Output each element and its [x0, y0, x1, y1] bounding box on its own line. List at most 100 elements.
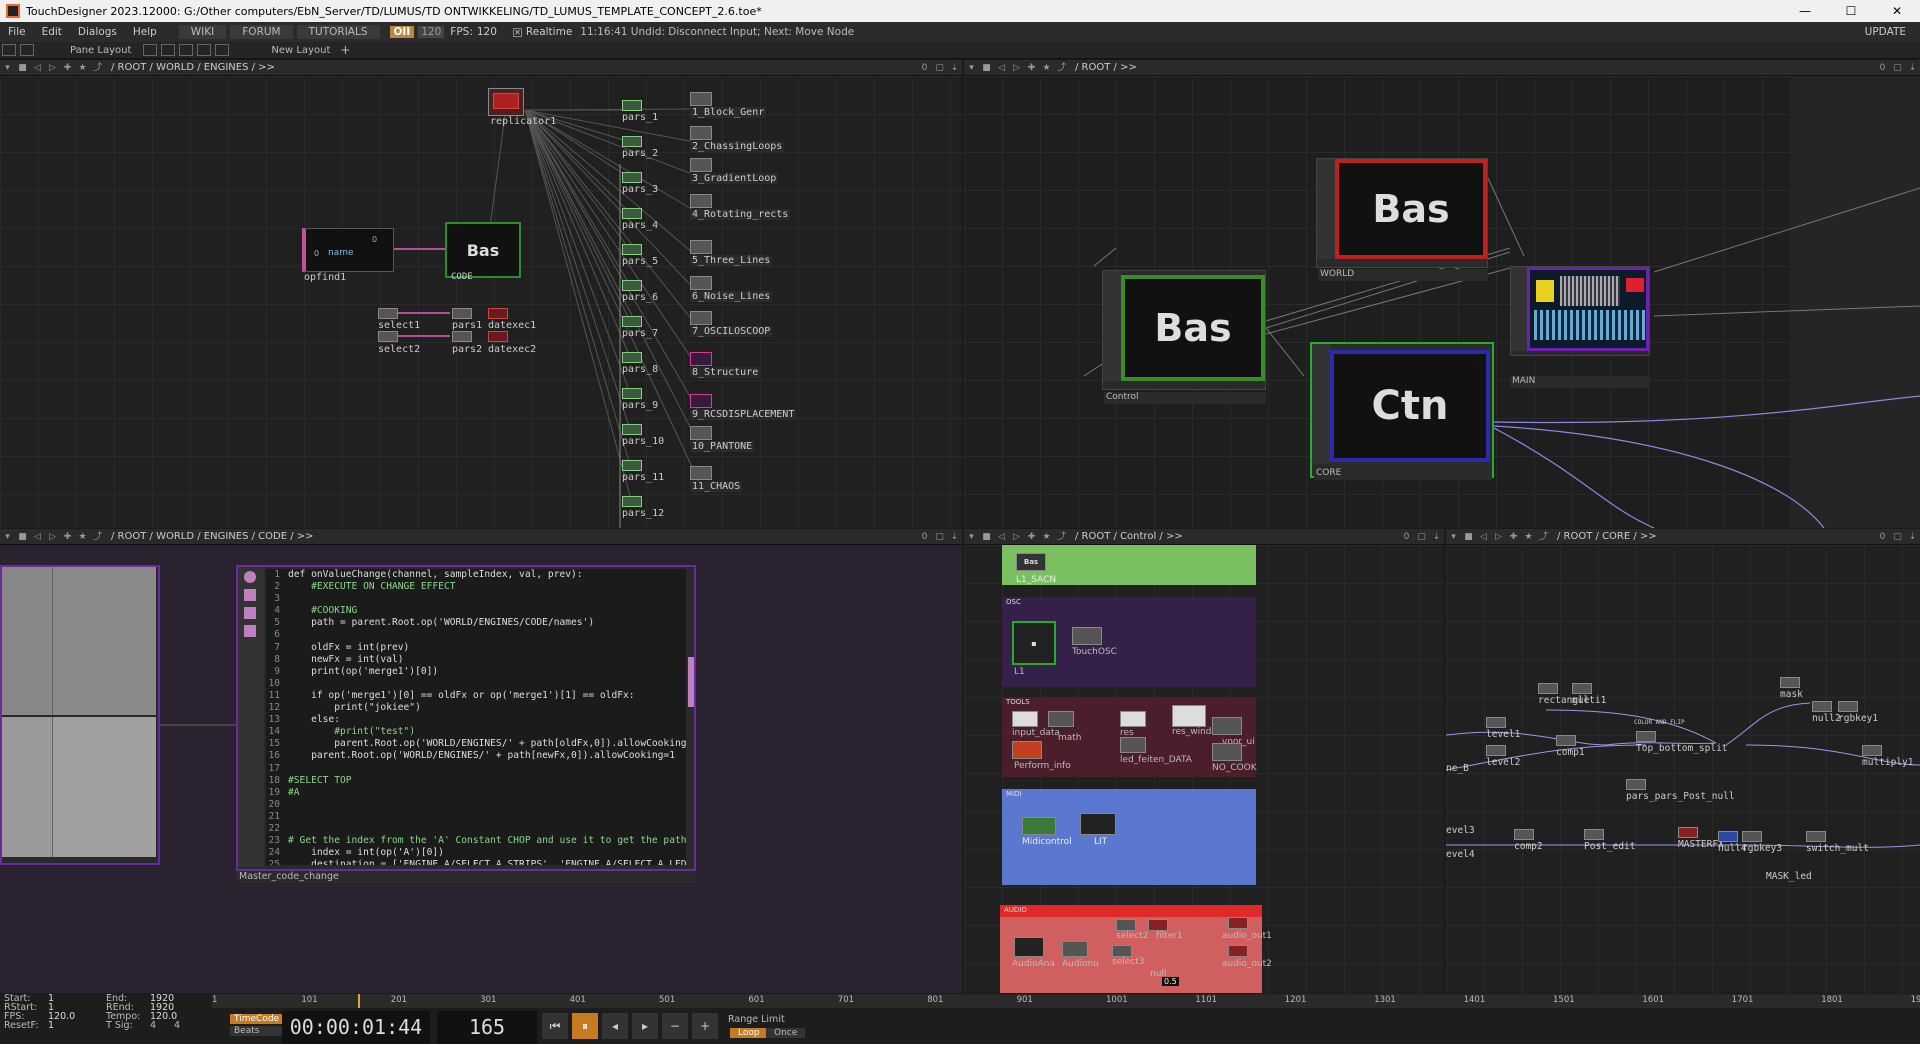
- back-icon[interactable]: ◁: [996, 532, 1007, 542]
- forum-button[interactable]: FORUM: [230, 25, 293, 39]
- back-icon[interactable]: ◁: [1478, 532, 1489, 542]
- plus-button[interactable]: +: [692, 1013, 718, 1039]
- select2-audio-node[interactable]: [1116, 919, 1136, 931]
- fps-setting[interactable]: 120: [418, 26, 445, 38]
- timecode-mode[interactable]: TimeCode: [230, 1014, 284, 1024]
- pane-split-icon[interactable]: [2, 44, 16, 56]
- engine-node[interactable]: [690, 311, 712, 325]
- pane-view-icon[interactable]: ▢: [1892, 532, 1903, 542]
- datexec2-node[interactable]: [488, 331, 508, 342]
- audioana-node[interactable]: [1014, 937, 1044, 957]
- pars-node[interactable]: [622, 424, 642, 435]
- pars1-node[interactable]: [452, 308, 472, 319]
- pars-node[interactable]: [622, 316, 642, 327]
- res-window-node[interactable]: [1172, 705, 1206, 727]
- wiki-button[interactable]: WIKI: [178, 25, 227, 39]
- step-forward-button[interactable]: ▸: [632, 1013, 658, 1039]
- network-pane-core[interactable]: rectangle multi1 mask null2 rgbkey1 level1 ne_…: [1446, 545, 1920, 993]
- back-icon[interactable]: ◁: [32, 63, 43, 73]
- master-code-dat-node[interactable]: 1 def onValueChange(channel, sampleIndex,…: [236, 565, 696, 871]
- core-node[interactable]: [1678, 827, 1698, 838]
- select1-node[interactable]: [378, 308, 398, 319]
- filter1-node[interactable]: [1148, 919, 1168, 931]
- l1-node[interactable]: ▪: [1012, 621, 1056, 665]
- bookmark-icon[interactable]: ★: [77, 532, 88, 542]
- home-icon[interactable]: ✚: [62, 63, 73, 73]
- pane-collapse-icon[interactable]: ⇣: [1907, 63, 1918, 73]
- add-layout-icon[interactable]: +: [340, 43, 350, 57]
- code-editor[interactable]: 1 def onValueChange(channel, sampleIndex,…: [266, 569, 686, 865]
- pars-node[interactable]: [622, 136, 642, 147]
- minimize-button[interactable]: —: [1782, 4, 1828, 18]
- pane-view-icon[interactable]: ▢: [1892, 63, 1903, 73]
- network-path[interactable]: / ROOT / WORLD / ENGINES / CODE / >>: [111, 531, 314, 542]
- pane-stop-icon[interactable]: ■: [17, 63, 28, 73]
- pars-node[interactable]: [622, 460, 642, 471]
- bookmark-icon[interactable]: ★: [1041, 532, 1052, 542]
- network-pane-root[interactable]: Bas WORLD Bas Control Ctn CORE MAIN: [964, 76, 1920, 528]
- engine-node[interactable]: [690, 240, 712, 254]
- network-pane-engines[interactable]: replicator1 0 0 name opfind1 Bas CODE se…: [0, 76, 962, 528]
- pars-node[interactable]: [622, 208, 642, 219]
- input-data-node[interactable]: [1012, 711, 1038, 727]
- pars-node[interactable]: [622, 172, 642, 183]
- up-icon[interactable]: ⤴: [1056, 63, 1067, 73]
- engine-node[interactable]: [690, 158, 712, 172]
- forward-icon[interactable]: ▷: [1493, 532, 1504, 542]
- home-icon[interactable]: ✚: [62, 532, 73, 542]
- pane-collapse-icon[interactable]: ⇣: [1907, 532, 1918, 542]
- core-node[interactable]: [1486, 745, 1506, 756]
- layout-3-icon[interactable]: [179, 44, 194, 56]
- math-node[interactable]: [1048, 711, 1074, 727]
- core-node[interactable]: [1636, 731, 1656, 742]
- up-icon[interactable]: ⤴: [92, 63, 103, 73]
- minus-button[interactable]: −: [662, 1013, 688, 1039]
- network-pane-code[interactable]: 1 def onValueChange(channel, sampleIndex,…: [0, 545, 962, 993]
- layout-4-icon[interactable]: [197, 44, 212, 56]
- pars-node[interactable]: [622, 100, 642, 111]
- audio-out2-node[interactable]: [1228, 945, 1248, 957]
- pause-button[interactable]: ⏸: [572, 1013, 598, 1039]
- forward-icon[interactable]: ▷: [1011, 532, 1022, 542]
- pars-node[interactable]: [622, 280, 642, 291]
- layout-2-icon[interactable]: [161, 44, 176, 56]
- back-icon[interactable]: ◁: [32, 532, 43, 542]
- engine-node[interactable]: [690, 352, 712, 366]
- replicator1-node[interactable]: [488, 88, 524, 116]
- core-node[interactable]: [1584, 829, 1604, 840]
- code-comp-node[interactable]: Bas: [445, 222, 521, 278]
- engine-node[interactable]: [690, 394, 712, 408]
- bookmark-icon[interactable]: ★: [1041, 63, 1052, 73]
- touchosc-node[interactable]: [1072, 627, 1102, 645]
- pane-collapse-icon[interactable]: ⇣: [949, 63, 960, 73]
- menu-edit[interactable]: Edit: [34, 26, 70, 38]
- res-node[interactable]: [1120, 711, 1146, 727]
- lit-node[interactable]: [1080, 813, 1116, 835]
- menu-dialogs[interactable]: Dialogs: [70, 26, 125, 38]
- rewind-button[interactable]: ⏮: [542, 1013, 568, 1039]
- pane-view-icon[interactable]: ▢: [934, 532, 945, 542]
- main-comp-node[interactable]: [1510, 266, 1650, 356]
- core-node[interactable]: [1718, 831, 1738, 842]
- network-path[interactable]: / ROOT / CORE / >>: [1557, 531, 1657, 542]
- sacn-box[interactable]: Bas L1_SACN: [1002, 545, 1256, 585]
- control-comp-node[interactable]: Bas: [1102, 270, 1266, 390]
- fps-value[interactable]: 120.0: [48, 1012, 102, 1022]
- pane-menu-icon[interactable]: ▾: [2, 63, 13, 73]
- home-icon[interactable]: ✚: [1508, 532, 1519, 542]
- home-icon[interactable]: ✚: [1026, 63, 1037, 73]
- engine-node[interactable]: [690, 126, 712, 140]
- no-cook-node[interactable]: [1212, 743, 1242, 761]
- led-feiten-node[interactable]: [1120, 737, 1146, 753]
- start-value[interactable]: 1: [48, 994, 102, 1004]
- forward-icon[interactable]: ▷: [47, 63, 58, 73]
- core-node[interactable]: [1812, 701, 1832, 712]
- layout-5-icon[interactable]: [215, 44, 230, 56]
- core-node[interactable]: [1742, 831, 1762, 842]
- perform-mode-button[interactable]: OII: [389, 26, 415, 38]
- pars-node[interactable]: [622, 388, 642, 399]
- loop-button[interactable]: Loop: [730, 1028, 768, 1038]
- core-node[interactable]: [1780, 677, 1800, 688]
- world-comp-node[interactable]: Bas: [1316, 158, 1488, 268]
- maximize-button[interactable]: ☐: [1828, 4, 1874, 18]
